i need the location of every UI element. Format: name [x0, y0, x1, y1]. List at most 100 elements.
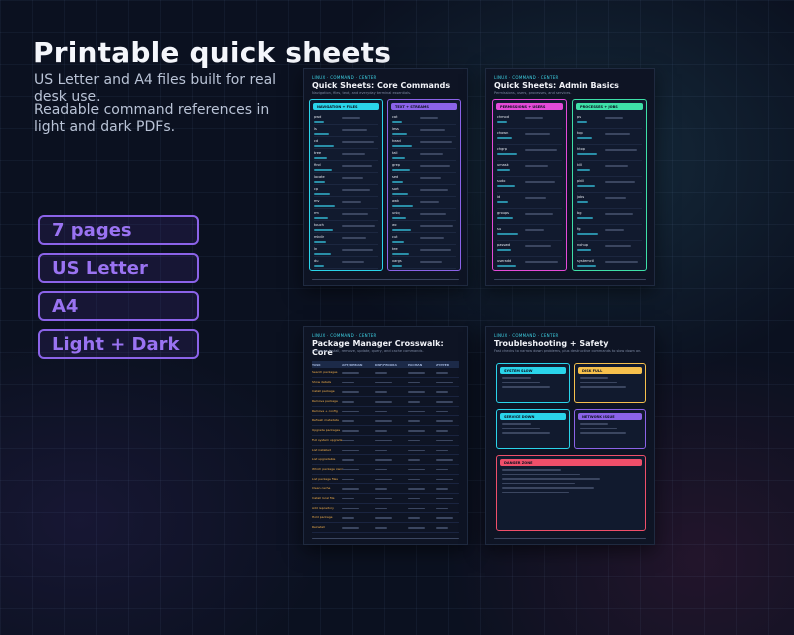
- text-line: [580, 381, 618, 383]
- command-name: ps: [577, 115, 582, 119]
- command-name: pwd: [314, 115, 322, 119]
- table-cell: [342, 527, 359, 529]
- task-label: Full system upgrade: [312, 437, 343, 442]
- command-name: head: [392, 139, 401, 143]
- command-name: grep: [392, 163, 400, 167]
- crosswalk-table: TASK APT/DEBIAN DNF/FEDORA PACMAN ZYPPER Sear…: [312, 361, 459, 533]
- table-cell: [342, 410, 359, 413]
- command-example: [497, 153, 517, 155]
- table-cell: [342, 497, 354, 500]
- command-rows: pwd ls cd tree find locate cp mv rm touch mkdir ln d…: [310, 113, 382, 269]
- table-cell: [375, 401, 392, 403]
- column-header: TASK: [312, 363, 321, 367]
- badge-a4: A4: [38, 291, 199, 321]
- table-cell: [408, 430, 425, 432]
- command-description: [420, 249, 451, 251]
- command-name: top: [577, 131, 583, 135]
- command-row: grep: [392, 161, 456, 173]
- command-rows: ps top htop kill pkill jobs bg fg nohup systemctl: [573, 113, 646, 270]
- command-name: less: [392, 127, 399, 131]
- text-line: [502, 427, 541, 429]
- panel-system-slow: SYSTEM SLOW: [496, 363, 570, 403]
- command-name: wc: [392, 223, 397, 227]
- table-row: Add repository: [312, 504, 459, 514]
- command-row: htop: [577, 145, 642, 161]
- table-cell: [436, 381, 453, 384]
- command-name: chmod: [497, 115, 509, 119]
- text-line: [502, 469, 562, 471]
- command-example: [314, 253, 331, 255]
- panel-text-streams: TEXT + STREAMS cat less head tail grep sed sor…: [387, 99, 461, 271]
- command-row: ps: [577, 113, 642, 129]
- sheet-title: Quick Sheets: Core Commands: [312, 81, 451, 90]
- command-name: chown: [497, 131, 509, 135]
- text-line: [502, 381, 541, 383]
- table-row: Remove + config: [312, 407, 459, 417]
- table-cell: [342, 488, 359, 490]
- table-row: Reinstall: [312, 523, 459, 533]
- command-example: [577, 185, 595, 187]
- table-row: Hold package: [312, 513, 459, 523]
- table-cell: [436, 478, 453, 481]
- column-header: APT/DEBIAN: [342, 363, 363, 367]
- text-line: [502, 432, 550, 434]
- table-cell: [375, 430, 387, 432]
- command-row: ln: [314, 245, 378, 257]
- command-example: [314, 265, 324, 267]
- command-row: tee: [392, 245, 456, 257]
- command-example: [392, 181, 403, 183]
- command-row: find: [314, 161, 378, 173]
- text-line: [502, 423, 531, 425]
- task-label: Install local file: [312, 495, 335, 500]
- command-name: id: [497, 195, 501, 199]
- table-cell: [375, 468, 387, 471]
- command-row: mkdir: [314, 233, 378, 245]
- command-name: ln: [314, 247, 318, 251]
- subtitle-references: Readable command references in light and…: [34, 102, 270, 135]
- command-name: cp: [314, 187, 319, 191]
- task-label: Install package: [312, 389, 335, 394]
- table-cell: [375, 527, 387, 529]
- command-description: [420, 153, 443, 155]
- table-cell: [436, 468, 448, 471]
- command-row: wc: [392, 221, 456, 233]
- task-label: Hold package: [312, 515, 333, 520]
- table-cell: [436, 507, 448, 510]
- command-name: sort: [392, 187, 399, 191]
- sheet-tag: LINUX · COMMAND · CENTER: [312, 333, 377, 338]
- command-description: [525, 181, 555, 183]
- command-row: head: [392, 137, 456, 149]
- page-title: Printable quick sheets: [33, 36, 392, 69]
- panel-processes-jobs: PROCESSES + JOBS ps top htop kill pkill jobs b…: [572, 99, 647, 271]
- command-description: [342, 237, 366, 239]
- sheet-tag: LINUX · COMMAND · CENTER: [312, 75, 377, 80]
- sheet-title: Quick Sheets: Admin Basics: [494, 81, 619, 90]
- task-label: List package files: [312, 476, 338, 481]
- command-description: [342, 213, 368, 215]
- command-description: [342, 261, 364, 263]
- command-description: [605, 149, 637, 151]
- command-row: passwd: [497, 241, 562, 257]
- table-cell: [375, 497, 392, 500]
- command-example: [392, 205, 413, 207]
- subtitle-formats: US Letter and A4 files built for real de…: [34, 72, 277, 105]
- command-description: [420, 225, 453, 227]
- command-example: [497, 217, 513, 219]
- table-cell: [375, 372, 387, 374]
- command-row: sed: [392, 173, 456, 185]
- table-cell: [408, 391, 425, 393]
- table-cell: [436, 372, 448, 374]
- command-description: [525, 245, 551, 247]
- command-example: [392, 157, 405, 159]
- command-name: cat: [392, 115, 398, 119]
- panel-permissions-users: PERMISSIONS + USERS chmod chown chgrp umask…: [492, 99, 567, 271]
- command-example: [577, 249, 591, 251]
- command-description: [342, 189, 370, 191]
- table-cell: [436, 439, 453, 442]
- table-cell: [436, 391, 448, 393]
- panel-disk-full: DISK FULL: [574, 363, 646, 403]
- sheet-tag: LINUX · COMMAND · CENTER: [494, 75, 559, 80]
- table-cell: [342, 381, 354, 384]
- command-name: locate: [314, 175, 325, 179]
- command-example: [314, 229, 333, 231]
